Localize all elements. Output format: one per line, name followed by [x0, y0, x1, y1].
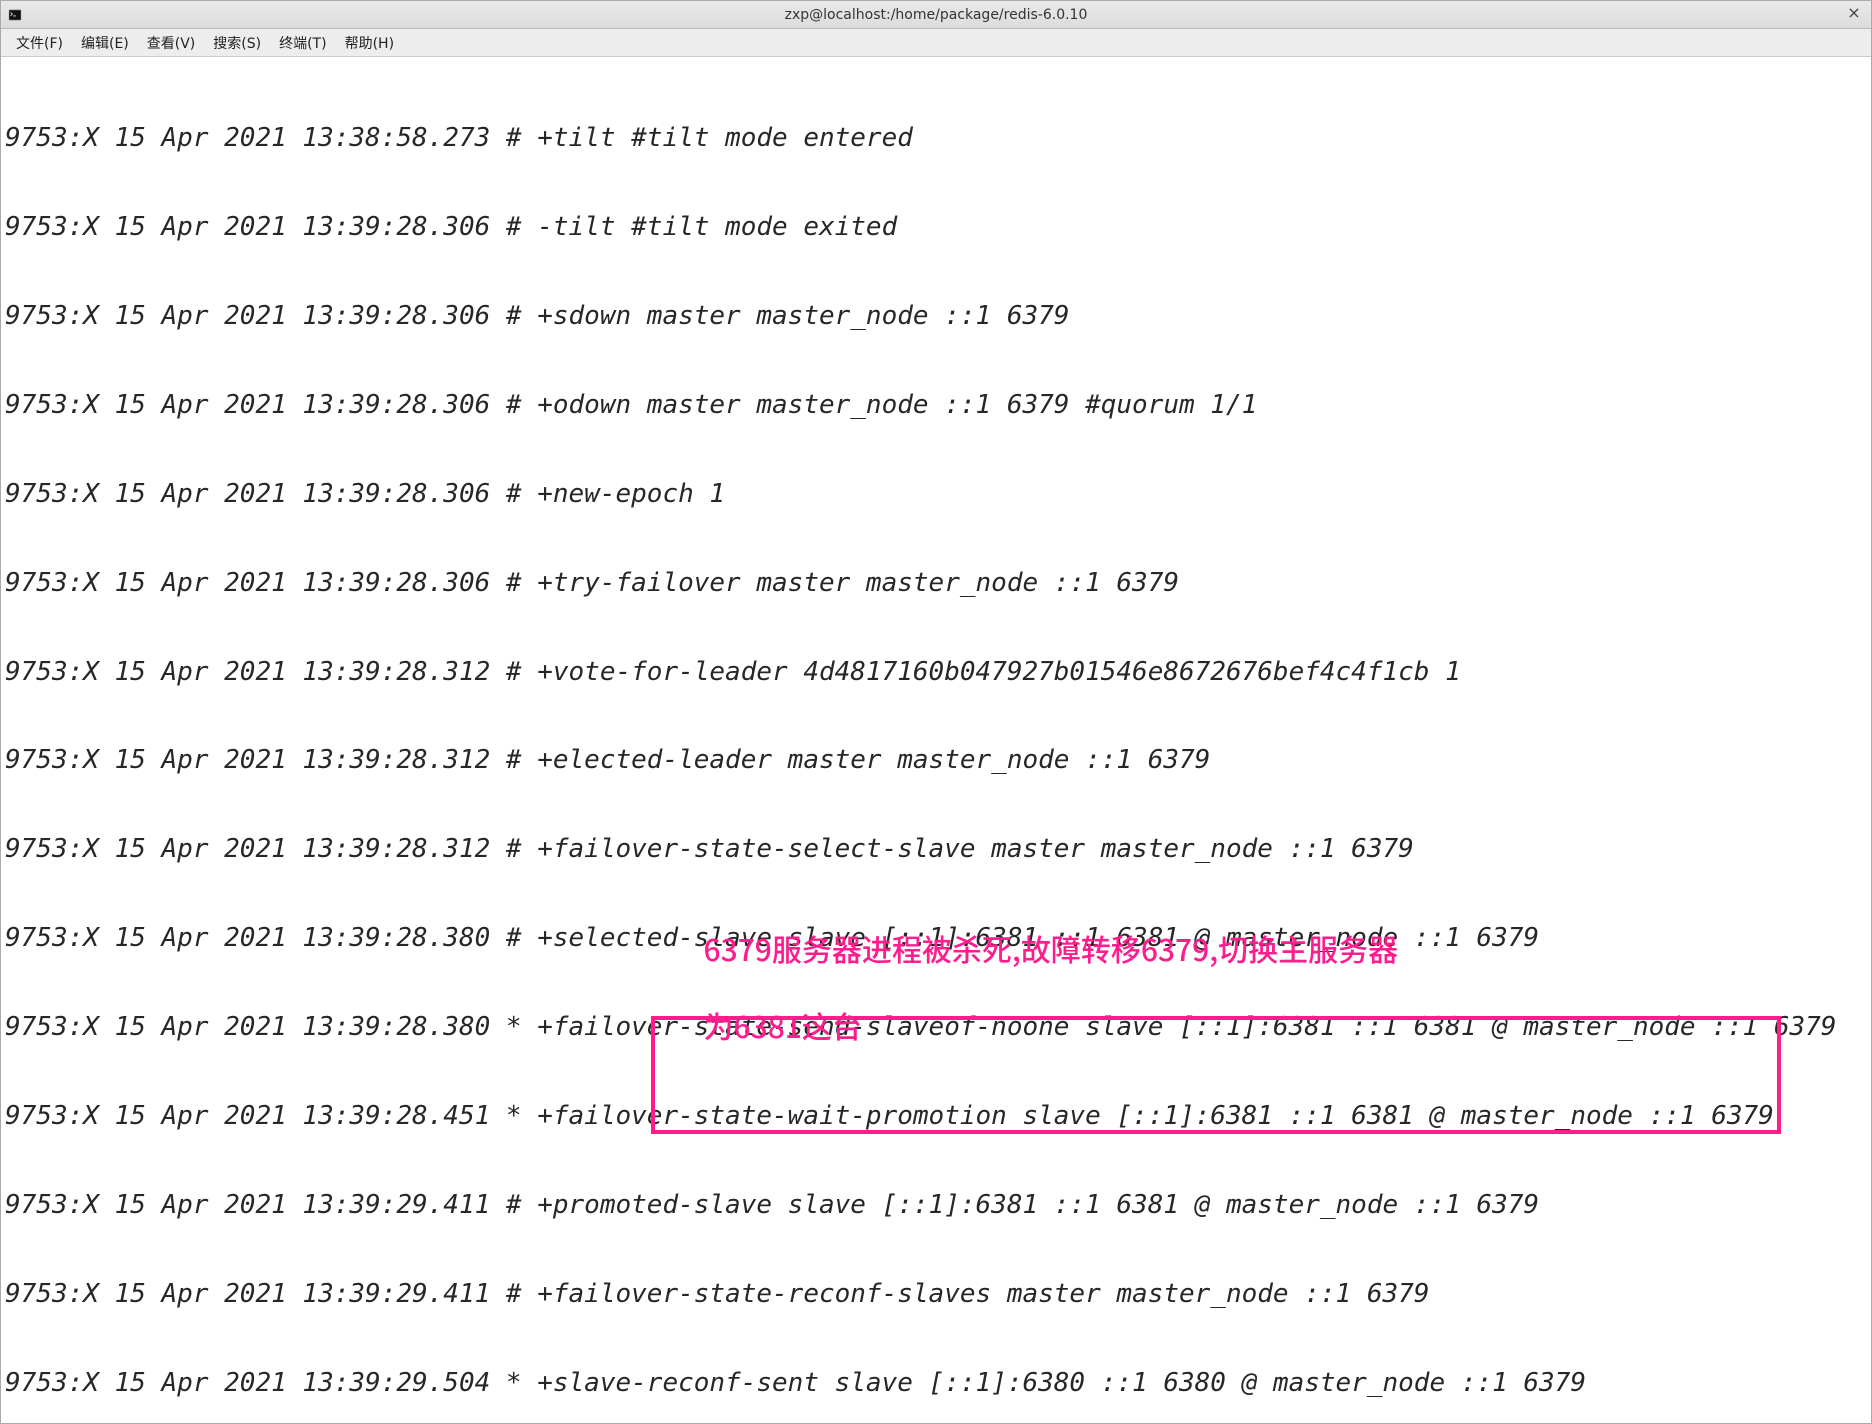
menu-edit[interactable]: 编辑(E): [72, 30, 138, 56]
log-line: 9753:X 15 Apr 2021 13:39:28.380 * +failo…: [5, 1013, 1865, 1043]
log-line: 9753:X 15 Apr 2021 13:38:58.273 # +tilt …: [5, 124, 1865, 154]
log-line: 9753:X 15 Apr 2021 13:39:28.380 # +selec…: [5, 924, 1865, 954]
menu-search[interactable]: 搜索(S): [204, 30, 270, 56]
annotation-text: 6379服务器进程被杀死,故障转移6379,切换主服务器 为6381这台: [663, 891, 1398, 1083]
menu-file[interactable]: 文件(F): [7, 30, 72, 56]
log-line: 9753:X 15 Apr 2021 13:39:29.411 # +failo…: [5, 1280, 1865, 1310]
window-close-button[interactable]: ×: [1845, 5, 1863, 23]
log-line: 9753:X 15 Apr 2021 13:39:28.312 # +elect…: [5, 746, 1865, 776]
terminal-app-icon: [7, 7, 23, 23]
menu-help[interactable]: 帮助(H): [336, 30, 403, 56]
window-title: zxp@localhost:/home/package/redis-6.0.10: [785, 7, 1088, 23]
terminal-window: zxp@localhost:/home/package/redis-6.0.10…: [0, 0, 1872, 1424]
log-line: 9753:X 15 Apr 2021 13:39:28.306 # +try-f…: [5, 569, 1865, 599]
log-line: 9753:X 15 Apr 2021 13:39:29.504 * +slave…: [5, 1369, 1865, 1399]
menubar: 文件(F) 编辑(E) 查看(V) 搜索(S) 终端(T) 帮助(H): [1, 29, 1871, 57]
log-line: 9753:X 15 Apr 2021 13:39:29.411 # +promo…: [5, 1191, 1865, 1221]
log-line: 9753:X 15 Apr 2021 13:39:28.451 * +failo…: [5, 1102, 1865, 1132]
menu-terminal[interactable]: 终端(T): [270, 30, 335, 56]
log-line: 9753:X 15 Apr 2021 13:39:28.306 # +odown…: [5, 391, 1865, 421]
log-line: 9753:X 15 Apr 2021 13:39:28.306 # +sdown…: [5, 302, 1865, 332]
terminal-output[interactable]: 9753:X 15 Apr 2021 13:38:58.273 # +tilt …: [1, 57, 1871, 1423]
log-line: 9753:X 15 Apr 2021 13:39:28.306 # +new-e…: [5, 480, 1865, 510]
log-line: 9753:X 15 Apr 2021 13:39:28.306 # -tilt …: [5, 213, 1865, 243]
menu-view[interactable]: 查看(V): [138, 30, 205, 56]
log-line: 9753:X 15 Apr 2021 13:39:28.312 # +vote-…: [5, 658, 1865, 688]
log-line: 9753:X 15 Apr 2021 13:39:28.312 # +failo…: [5, 835, 1865, 865]
window-titlebar: zxp@localhost:/home/package/redis-6.0.10…: [1, 1, 1871, 29]
